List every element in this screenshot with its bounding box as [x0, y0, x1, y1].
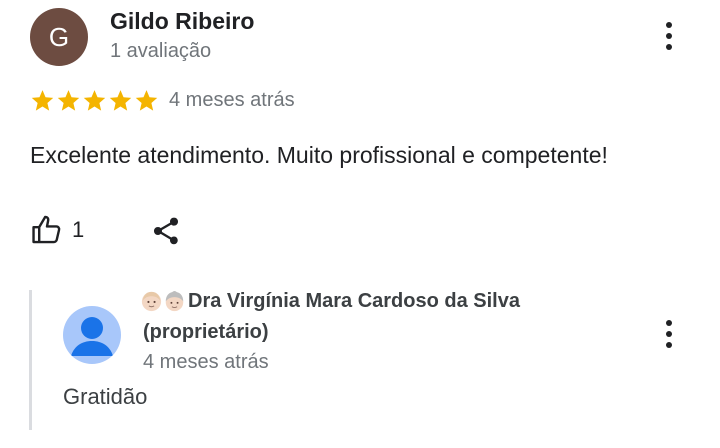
- more-vert-icon-dot: [666, 44, 672, 50]
- star-icon: [83, 90, 106, 111]
- author-avatar[interactable]: G: [30, 8, 88, 66]
- star-icon: [109, 90, 132, 111]
- share-button[interactable]: [148, 213, 184, 249]
- share-icon: [154, 217, 178, 245]
- star-icon: [57, 90, 80, 111]
- more-vert-icon: [666, 22, 672, 28]
- person-icon: [71, 317, 113, 356]
- author-initial: G: [48, 21, 70, 52]
- star-icon: [135, 90, 158, 111]
- reply-divider: [29, 290, 32, 430]
- review-more-options-button[interactable]: [659, 18, 679, 54]
- older-woman-emoji-icon: [165, 291, 184, 312]
- star-icon: [31, 90, 54, 111]
- reply-more-options-button[interactable]: [659, 316, 679, 352]
- owner-avatar[interactable]: [63, 306, 121, 364]
- author-name[interactable]: Gildo Ribeiro: [110, 8, 254, 35]
- review-text: Excelente atendimento. Muito profissiona…: [30, 142, 608, 168]
- more-vert-icon-dot: [666, 342, 672, 348]
- owner-header: Dra Virgínia Mara Cardoso da Silva: [141, 290, 520, 313]
- like-button[interactable]: 1: [30, 213, 84, 247]
- owner-role: (proprietário): [143, 321, 269, 343]
- more-vert-icon-dot: [666, 331, 672, 337]
- owner-name: Dra Virgínia Mara Cardoso da Silva: [188, 290, 520, 312]
- person-face-emoji-icon: [141, 291, 162, 312]
- star-rating: [30, 88, 159, 113]
- owner-reply-text: Gratidão: [63, 384, 148, 409]
- more-vert-icon: [666, 320, 672, 326]
- more-vert-icon-dot: [666, 33, 672, 39]
- thumb-up-icon: [32, 215, 61, 244]
- like-count: 1: [72, 217, 85, 242]
- author-review-count: 1 avaliação: [110, 40, 212, 62]
- review-date: 4 meses atrás: [169, 89, 295, 111]
- owner-reply-date: 4 meses atrás: [143, 351, 269, 373]
